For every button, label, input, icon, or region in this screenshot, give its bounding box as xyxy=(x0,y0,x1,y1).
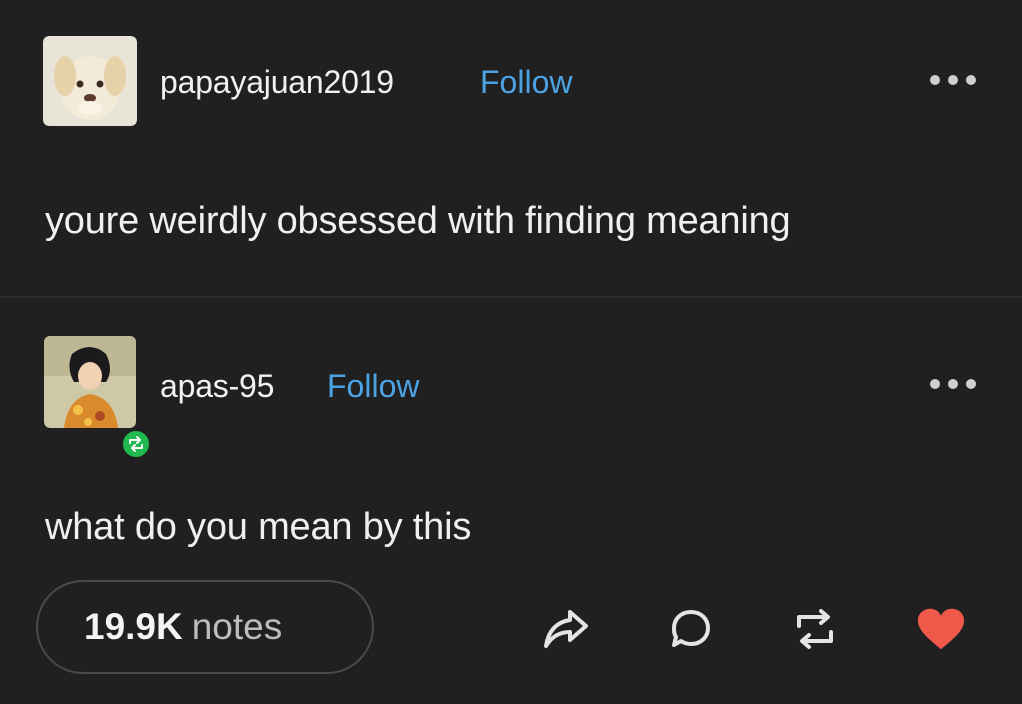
post-text: what do you mean by this xyxy=(45,506,472,548)
post-original: papayajuan2019 Follow youre weirdly obse… xyxy=(0,0,1022,296)
more-options-icon[interactable] xyxy=(930,72,976,88)
notes-count: 19.9K xyxy=(84,606,183,647)
notes-button[interactable]: 19.9K notes xyxy=(36,580,374,674)
share-icon[interactable] xyxy=(541,604,591,654)
reblog-badge-icon xyxy=(120,428,152,460)
anime-character-avatar-icon xyxy=(44,336,136,428)
post-text: youre weirdly obsessed with finding mean… xyxy=(45,200,791,242)
like-icon[interactable] xyxy=(916,604,966,654)
username[interactable]: papayajuan2019 xyxy=(160,64,394,101)
reblog-icon[interactable] xyxy=(790,604,840,654)
username[interactable]: apas-95 xyxy=(160,368,274,405)
notes-label: notes xyxy=(191,606,283,647)
avatar[interactable] xyxy=(44,336,152,460)
reply-icon[interactable] xyxy=(666,604,716,654)
avatar[interactable] xyxy=(43,36,137,126)
follow-button[interactable]: Follow xyxy=(480,64,572,101)
follow-button[interactable]: Follow xyxy=(327,368,419,405)
more-options-icon[interactable] xyxy=(930,376,976,392)
puppy-plush-avatar-icon xyxy=(43,36,137,126)
